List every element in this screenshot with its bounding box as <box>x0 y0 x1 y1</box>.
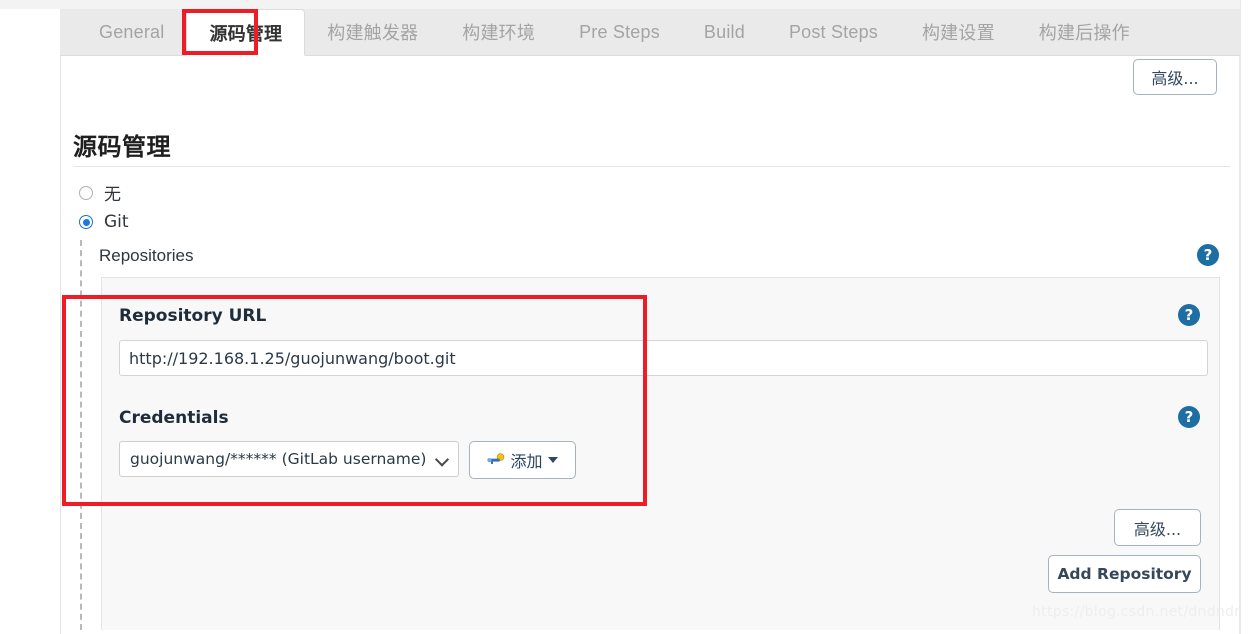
tab-8[interactable]: 构建后操作 <box>1017 9 1152 55</box>
radio-git[interactable] <box>79 215 93 229</box>
advanced-button-repository-label: 高级... <box>1133 519 1182 539</box>
help-icon-repository-url[interactable]: ? <box>1178 304 1200 326</box>
window-top-strip <box>0 0 1257 9</box>
repository-url-label: Repository URL <box>119 306 267 326</box>
tab-label: Pre Steps <box>579 21 660 42</box>
tab-label: 构建环境 <box>462 23 536 44</box>
help-icon-credentials[interactable]: ? <box>1178 406 1200 428</box>
section-divider <box>73 166 1230 167</box>
add-repository-button[interactable]: Add Repository <box>1048 555 1201 593</box>
tab-2[interactable]: 构建触发器 <box>305 9 440 55</box>
radio-none[interactable] <box>79 185 93 200</box>
watermark: https://blog.csdn.net/dndndnnfj <box>1032 604 1257 620</box>
tab-label: General <box>99 21 165 42</box>
credentials-select-value: guojunwang/****** (GitLab username) <box>130 450 427 468</box>
tab-label: 构建设置 <box>921 23 995 44</box>
config-tab-bar: General 源码管理 构建触发器 构建环境 Pre Steps Build Post S… <box>60 9 1240 56</box>
tab-4[interactable]: Pre Steps <box>557 9 682 55</box>
key-icon <box>487 453 505 464</box>
page-title: 源码管理 <box>73 133 171 161</box>
repositories-label: Repositories <box>99 246 194 265</box>
tab-6[interactable]: Post Steps <box>767 9 900 55</box>
tab-0[interactable]: General <box>77 9 186 55</box>
tab-label: 构建后操作 <box>1038 23 1130 44</box>
form-guide-line <box>80 240 82 630</box>
tab-1[interactable]: 源码管理 <box>186 9 306 56</box>
tab-label: Build <box>703 21 745 42</box>
tab-list: General 源码管理 构建触发器 构建环境 Pre Steps Build Post S… <box>60 9 1240 56</box>
help-icon-repositories[interactable]: ? <box>1197 244 1219 266</box>
credentials-label: Credentials <box>119 408 229 428</box>
tab-label: Post Steps <box>788 21 878 42</box>
tab-5[interactable]: Build <box>682 9 767 55</box>
scm-option-none-label: 无 <box>104 185 121 205</box>
page-root: General 源码管理 构建触发器 构建环境 Pre Steps Build Post S… <box>0 0 1257 634</box>
advanced-button-top-label: 高级... <box>1151 69 1199 88</box>
tab-7[interactable]: 构建设置 <box>900 9 1017 55</box>
tab-3[interactable]: 构建环境 <box>440 9 557 55</box>
add-credentials-label: 添加 <box>510 452 543 471</box>
scm-option-git-label: Git <box>104 212 129 232</box>
tab-label: 构建触发器 <box>327 23 419 44</box>
repository-url-input[interactable] <box>119 340 1208 376</box>
caret-down-icon <box>547 457 558 463</box>
scm-option-none[interactable]: 无 <box>79 180 121 205</box>
advanced-button-repository[interactable]: 高级... <box>1114 509 1201 546</box>
advanced-button-top[interactable]: 高级... <box>1133 59 1217 95</box>
right-gutter <box>1240 0 1257 634</box>
tab-label: 源码管理 <box>209 23 283 45</box>
scm-option-git[interactable]: Git <box>79 212 129 232</box>
credentials-select[interactable]: guojunwang/****** (GitLab username) <box>119 441 459 477</box>
credentials-select-wrap: guojunwang/****** (GitLab username) <box>119 441 459 477</box>
add-credentials-button[interactable]: 添加 <box>469 441 576 479</box>
add-repository-label: Add Repository <box>1057 565 1192 583</box>
